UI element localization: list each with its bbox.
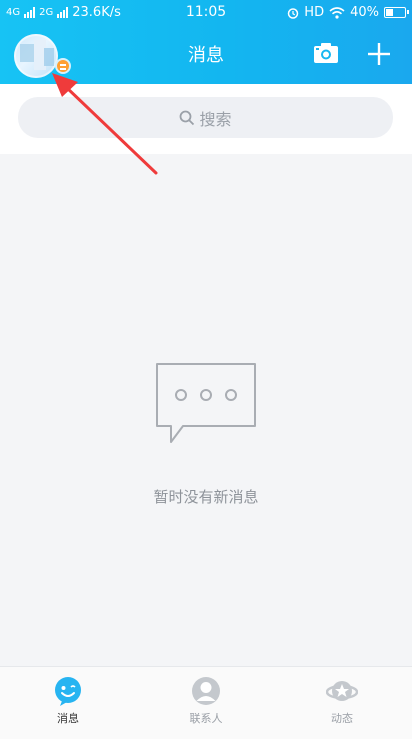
tab-contacts-label: 联系人 xyxy=(189,712,223,725)
bottom-nav: 消息 联系人 动态 xyxy=(0,666,412,739)
smiley-chat-icon xyxy=(55,677,81,706)
tab-messages-label: 消息 xyxy=(57,712,79,725)
annotation-arrow xyxy=(52,73,158,175)
contact-person-icon xyxy=(192,677,220,705)
screen: 4G 2G 23.6K/s 11:05 HD 40% 消息 搜索 暂时没有新消息… xyxy=(0,0,412,739)
tab-feed-label: 动态 xyxy=(331,712,353,725)
tab-feed[interactable]: 动态 xyxy=(302,675,382,726)
tab-contacts[interactable]: 联系人 xyxy=(166,675,246,726)
star-planet-icon xyxy=(326,681,358,701)
tab-messages[interactable]: 消息 xyxy=(28,675,108,726)
